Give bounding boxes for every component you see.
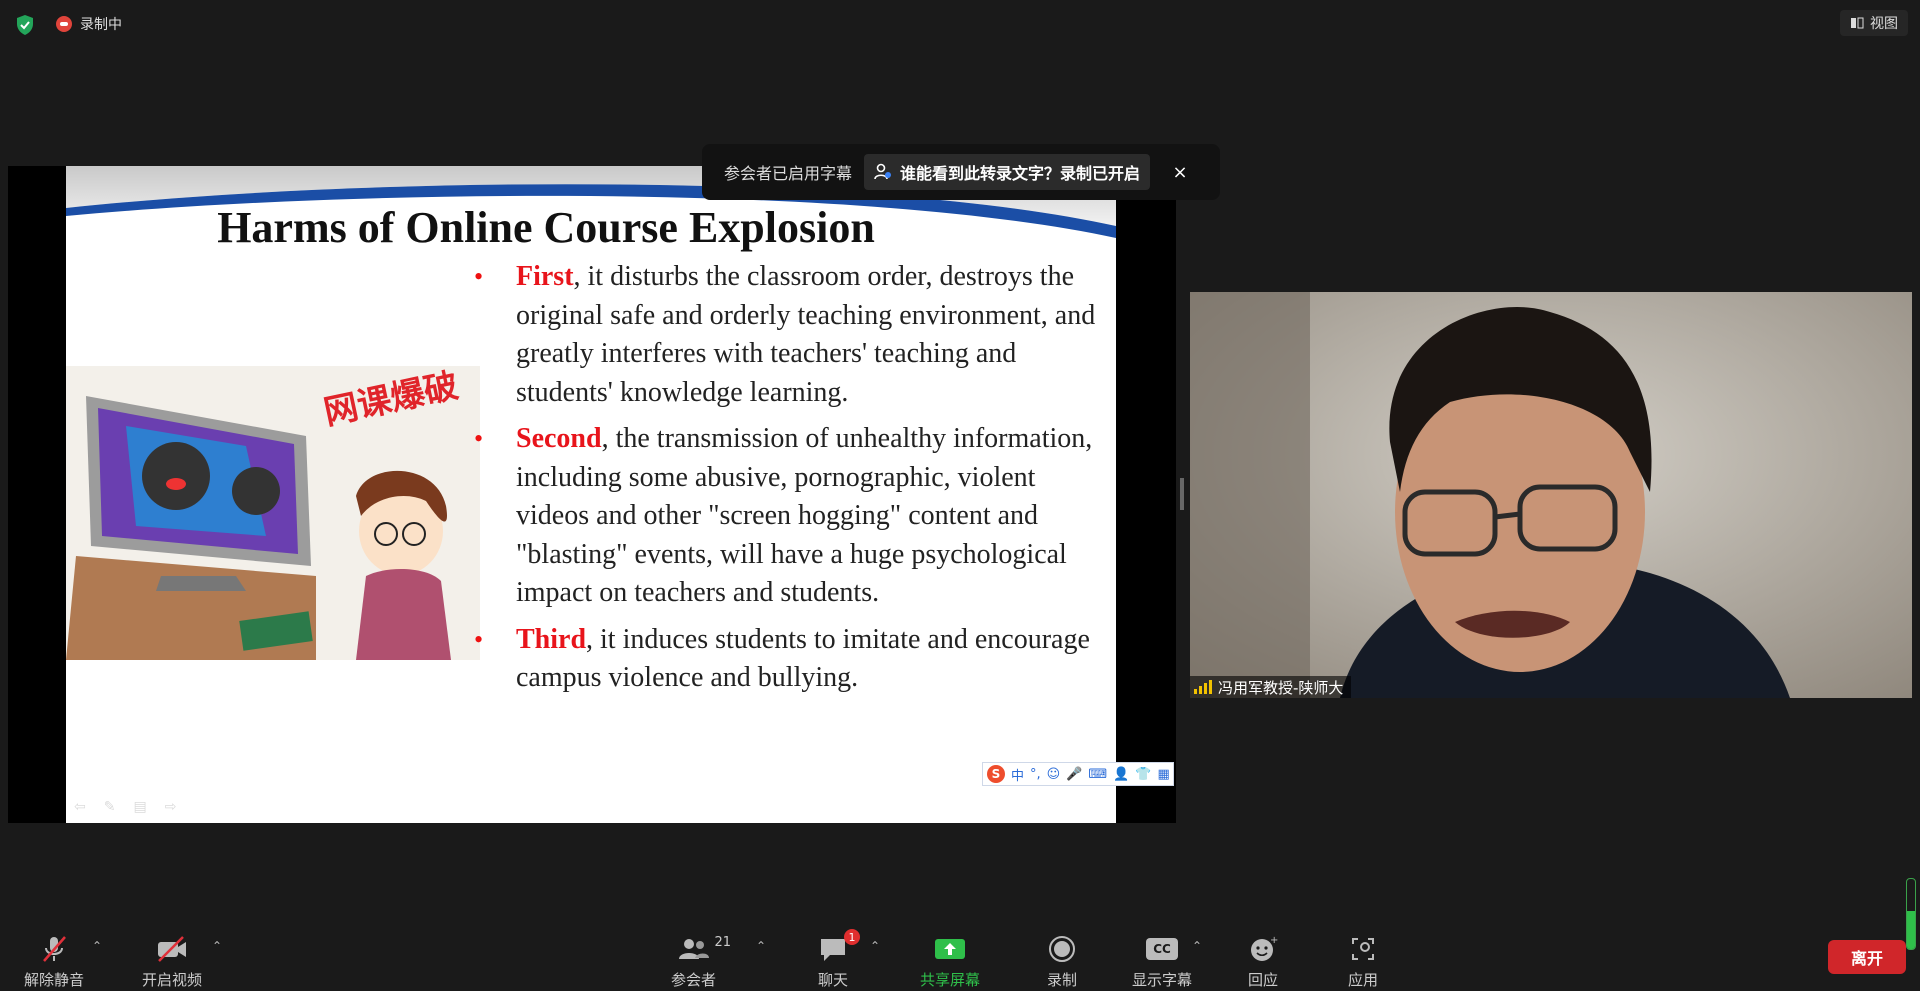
apps-label: 应用: [1348, 971, 1379, 989]
participants-count: 21: [714, 935, 732, 950]
transcript-visibility-button[interactable]: 谁能看到此转录文字？录制已开启: [864, 154, 1151, 190]
bullet-text: , the transmission of unhealthy informat…: [516, 423, 1093, 608]
reactions-label: 回应: [1248, 971, 1279, 989]
connection-signal-icon: [1194, 680, 1212, 694]
chat-options-chevron-icon[interactable]: ⌃: [870, 939, 880, 953]
ime-mode-label[interactable]: 中: [1011, 765, 1024, 784]
participants-options-chevron-icon[interactable]: ⌃: [756, 939, 766, 953]
bullet-keyword: Second: [516, 423, 602, 454]
reactions-button[interactable]: + 回应: [1248, 933, 1278, 990]
bullet-dot-icon: •: [474, 424, 484, 453]
ime-emoji-icon[interactable]: ☺: [1047, 767, 1061, 782]
view-button[interactable]: 视图: [1840, 10, 1908, 36]
chat-icon: 1: [818, 929, 860, 965]
audio-level-fill: [1907, 910, 1915, 949]
caption-notification: 参会者已启用字幕 谁能看到此转录文字？录制已开启 ×: [702, 144, 1220, 200]
meeting-toolbar: 解除静音 ⌃ 开启视频 ⌃ 21 参会者 ⌃ 1 聊天 ⌃ 共享屏幕 录制 CC…: [0, 923, 1920, 991]
share-screen-label: 共享屏幕: [920, 971, 981, 989]
panel-resize-handle[interactable]: [1180, 478, 1184, 510]
participant-name-tag: 冯用军教授-陕师大: [1190, 676, 1352, 698]
participants-button[interactable]: 21 参会者: [671, 933, 731, 990]
ime-user-icon[interactable]: 👤: [1113, 767, 1129, 782]
shield-check-icon[interactable]: [14, 14, 36, 36]
ime-mic-icon[interactable]: 🎤: [1066, 767, 1082, 782]
slide-navigation: ⇦ ✎ ▤ ⇨: [74, 799, 176, 815]
bullet-item: • First, it disturbs the classroom order…: [474, 258, 1104, 412]
slide-prev-icon[interactable]: ⇦: [74, 799, 86, 815]
ime-skin-icon[interactable]: 👕: [1135, 767, 1151, 782]
slide-next-icon[interactable]: ⇨: [165, 799, 177, 815]
captions-options-chevron-icon[interactable]: ⌃: [1192, 939, 1202, 953]
shared-slide: Harms of Online Course Explosion 网课爆破 • …: [66, 166, 1116, 823]
mic-muted-icon: [39, 933, 69, 965]
transcript-visibility-label: 谁能看到此转录文字？录制已开启: [900, 164, 1141, 183]
close-icon[interactable]: ×: [1170, 162, 1190, 183]
cartoon-illustration: 网课爆破: [66, 366, 480, 660]
participant-video[interactable]: [1190, 292, 1912, 698]
chat-label: 聊天: [818, 971, 849, 989]
record-icon: [1047, 933, 1077, 965]
person-info-icon: [874, 163, 892, 180]
video-options-chevron-icon[interactable]: ⌃: [212, 939, 222, 953]
closed-captions-icon: CC: [1146, 933, 1178, 965]
share-screen-button[interactable]: 共享屏幕: [920, 933, 980, 990]
record-label: 录制: [1047, 971, 1078, 989]
svg-text:+: +: [1270, 935, 1278, 946]
slide-pen-icon[interactable]: ✎: [104, 799, 116, 815]
record-icon: [56, 16, 72, 32]
share-screen-icon: [934, 933, 966, 965]
captions-label: 显示字幕: [1132, 971, 1193, 989]
unmute-button[interactable]: 解除静音: [24, 933, 84, 990]
caption-status-text: 参会者已启用字幕: [724, 164, 853, 183]
recording-label: 录制中: [80, 17, 122, 33]
slide-bullet-list: • First, it disturbs the classroom order…: [474, 258, 1104, 706]
top-bar: 录制中 视图: [0, 0, 1920, 48]
sogou-logo-icon[interactable]: S: [987, 765, 1005, 783]
bullet-text: , it disturbs the classroom order, destr…: [516, 261, 1096, 408]
chat-button[interactable]: 1 聊天: [818, 929, 860, 990]
ime-keyboard-icon[interactable]: ⌨: [1088, 767, 1107, 782]
bullet-keyword: Third: [516, 623, 587, 655]
leave-button[interactable]: 离开: [1828, 940, 1906, 974]
smiley-plus-icon: +: [1248, 933, 1278, 965]
slide-title: Harms of Online Course Explosion: [217, 203, 875, 252]
view-label: 视图: [1870, 16, 1898, 32]
audio-options-chevron-icon[interactable]: ⌃: [92, 939, 102, 953]
apps-button[interactable]: 应用: [1348, 933, 1378, 990]
start-video-label: 开启视频: [142, 971, 203, 989]
record-button[interactable]: 录制: [1047, 933, 1077, 990]
apps-icon: [1348, 933, 1378, 965]
bullet-keyword: First: [516, 261, 574, 292]
unmute-label: 解除静音: [24, 971, 85, 989]
participant-name: 冯用军教授-陕师大: [1218, 678, 1344, 697]
slide-menu-icon[interactable]: ▤: [133, 799, 146, 815]
start-video-button[interactable]: 开启视频: [142, 933, 202, 990]
audio-level-meter: [1906, 878, 1916, 950]
bullet-dot-icon: •: [474, 262, 484, 291]
view-layout-icon: [1851, 17, 1864, 29]
bullet-item: • Third, it induces students to imitate …: [474, 621, 1104, 698]
ime-grid-icon[interactable]: ▦: [1158, 767, 1170, 782]
captions-button[interactable]: CC 显示字幕: [1132, 933, 1192, 990]
chat-unread-badge: 1: [844, 929, 860, 945]
video-off-icon: [155, 933, 189, 965]
participants-label: 参会者: [671, 971, 717, 989]
ime-punctuation-icon[interactable]: °,: [1030, 767, 1041, 782]
ime-toolbar[interactable]: S 中 °, ☺ 🎤 ⌨ 👤 👕 ▦: [982, 762, 1174, 786]
participants-icon: 21: [677, 933, 731, 965]
bullet-item: • Second, the transmission of unhealthy …: [474, 420, 1104, 613]
bullet-text: , it induces students to imitate and enc…: [516, 623, 1090, 694]
recording-indicator[interactable]: 录制中: [56, 14, 122, 34]
bullet-dot-icon: •: [474, 624, 484, 654]
